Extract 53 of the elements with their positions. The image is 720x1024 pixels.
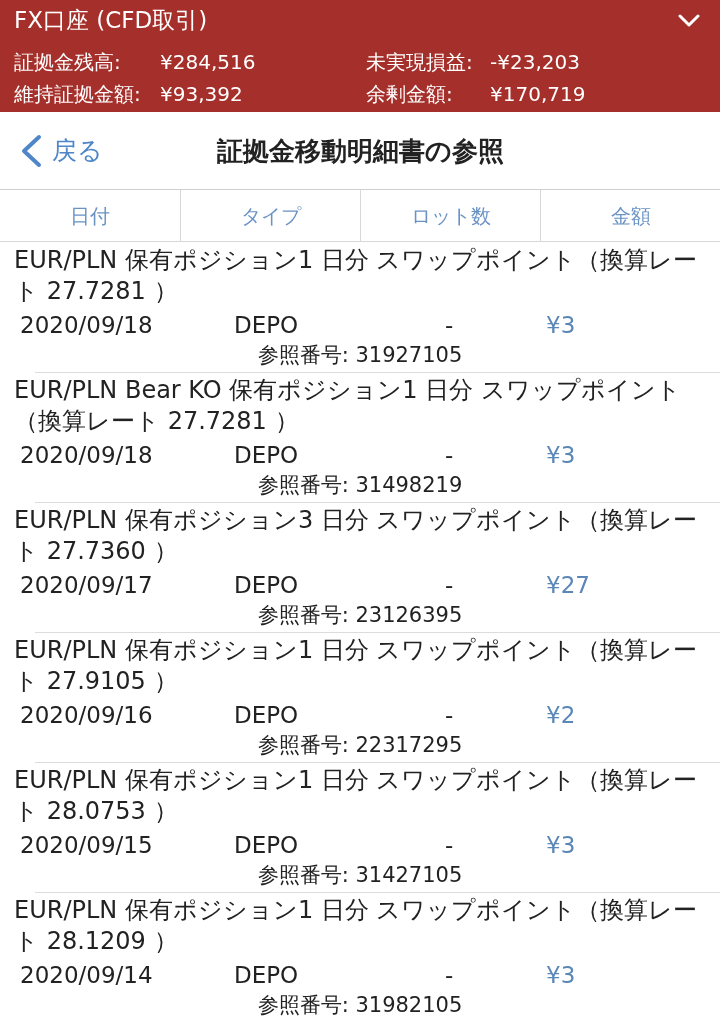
transaction-description: EUR/PLN 保有ポジション1 日分 スワップポイント（換算レート 27.7281 ） — [13, 245, 699, 307]
summary-value: -¥23,203 — [490, 49, 580, 76]
transaction-description: EUR/PLN Bear KO 保有ポジション1 日分 スワップポイント（換算レート 27.7281 ） — [13, 375, 682, 437]
reference-number: 参照番号: 22317295 — [257, 733, 463, 757]
type-text: DEPO — [234, 571, 299, 600]
transaction-description: EUR/PLN 保有ポジション1 日分 スワップポイント（換算レート 27.9105 ） — [13, 635, 699, 697]
date-text: 2020/09/17 — [20, 571, 153, 600]
type-text: DEPO — [234, 311, 299, 340]
lots-text: - — [445, 961, 454, 990]
chevron-left-icon — [20, 134, 42, 168]
reference-number: 参照番号: 31498219 — [257, 473, 463, 497]
reference-number: 参照番号: 31982105 — [257, 993, 463, 1017]
summary-label: 証拠金残高: — [14, 49, 121, 76]
chevron-down-icon[interactable] — [678, 14, 700, 28]
column-header[interactable]: ロット数 — [410, 200, 491, 231]
summary-value: ¥284,516 — [160, 49, 256, 76]
summary-label: 余剰金額: — [366, 81, 453, 108]
amount-text: ¥27 — [546, 571, 590, 600]
page-title: 証拠金移動明細書の参照 — [216, 134, 504, 167]
column-header[interactable]: 日付 — [70, 200, 110, 231]
type-text: DEPO — [234, 961, 299, 990]
transaction-description: EUR/PLN 保有ポジション1 日分 スワップポイント（換算レート 28.1209 ） — [13, 895, 699, 957]
summary-label: 未実現損益: — [366, 49, 473, 76]
back-button[interactable]: 戻る — [0, 112, 107, 190]
amount-text: ¥3 — [546, 961, 576, 990]
amount-text: ¥3 — [546, 441, 576, 470]
transaction-description: EUR/PLN 保有ポジション1 日分 スワップポイント（換算レート 28.0753 ） — [13, 765, 699, 827]
date-text: 2020/09/14 — [20, 961, 153, 990]
lots-text: - — [445, 311, 454, 340]
lots-text: - — [445, 571, 454, 600]
type-text: DEPO — [234, 701, 299, 730]
date-text: 2020/09/16 — [20, 701, 153, 730]
lots-text: - — [445, 701, 454, 730]
amount-text: ¥3 — [546, 311, 576, 340]
column-header[interactable]: タイプ — [240, 200, 301, 231]
summary-value: ¥93,392 — [160, 81, 243, 108]
type-text: DEPO — [234, 441, 299, 470]
lots-text: - — [445, 441, 454, 470]
reference-number: 参照番号: 31927105 — [257, 343, 463, 367]
type-text: DEPO — [234, 831, 299, 860]
summary-value: ¥170,719 — [490, 81, 586, 108]
date-text: 2020/09/18 — [20, 311, 153, 340]
reference-number: 参照番号: 31427105 — [257, 863, 463, 887]
transaction-description: EUR/PLN 保有ポジション3 日分 スワップポイント（換算レート 27.7360 ） — [13, 505, 699, 567]
amount-text: ¥3 — [546, 831, 576, 860]
reference-number: 参照番号: 23126395 — [257, 603, 463, 627]
lots-text: - — [445, 831, 454, 860]
account-title: FX口座 (CFD取引) — [14, 6, 208, 35]
date-text: 2020/09/18 — [20, 441, 153, 470]
amount-text: ¥2 — [546, 701, 576, 730]
summary-label: 維持証拠金額: — [14, 81, 141, 108]
date-text: 2020/09/15 — [20, 831, 153, 860]
column-header[interactable]: 金額 — [610, 200, 651, 231]
